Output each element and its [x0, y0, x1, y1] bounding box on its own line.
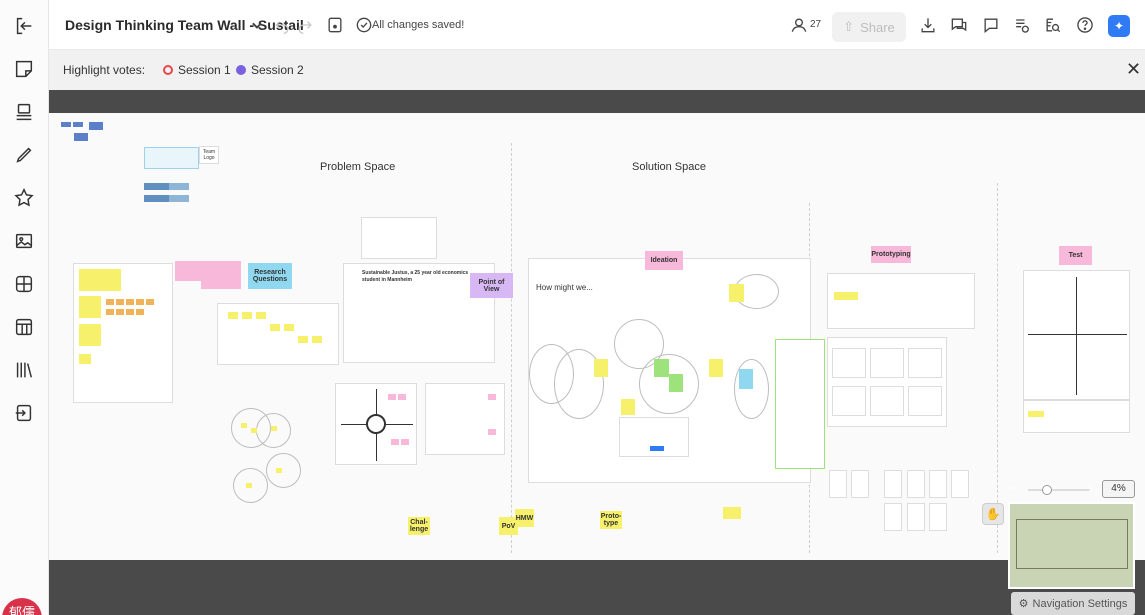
quadrant-board[interactable] [335, 383, 417, 465]
team-cell[interactable] [144, 195, 169, 202]
prototype-sketches[interactable] [827, 337, 947, 427]
solution-space-title: Solution Space [632, 161, 706, 173]
users-icon[interactable] [787, 13, 811, 37]
download-icon[interactable] [916, 13, 940, 37]
gear-icon: ⚙ [1018, 598, 1029, 610]
ai-assistant-button[interactable]: ✦ [1108, 15, 1130, 37]
redo-icon[interactable] [293, 13, 317, 37]
avatar[interactable]: 郁儒 [2, 598, 42, 615]
how-might-we-label: How might we... [536, 283, 593, 292]
browser-mockup[interactable] [619, 417, 689, 457]
zoom-out-button[interactable]: − [1008, 480, 1017, 497]
point-of-view-tag[interactable]: Point of View [470, 273, 513, 298]
empathize-board[interactable] [73, 263, 173, 403]
session-2-toggle[interactable]: Session 2 [236, 63, 304, 77]
flow-hmw[interactable]: HMW [515, 509, 534, 527]
save-status: All changes saved! [372, 19, 465, 31]
flow-sticky[interactable] [723, 507, 741, 519]
library-icon[interactable] [8, 354, 40, 386]
session-1-toggle[interactable]: Session 1 [163, 63, 231, 77]
help-icon[interactable] [1073, 13, 1097, 37]
comment-icon[interactable] [979, 13, 1003, 37]
test-tag[interactable]: Test [1059, 246, 1092, 265]
problem-space-title: Problem Space [320, 161, 396, 173]
share-button-label: Share [860, 19, 895, 35]
hand-tool-icon[interactable]: ✋ [982, 503, 1004, 525]
templates-icon[interactable] [8, 96, 40, 128]
left-toolbar: 郁儒 [0, 0, 49, 615]
chevron-down-icon[interactable] [245, 13, 269, 37]
search-icon[interactable] [1041, 13, 1065, 37]
zoom-slider[interactable] [1028, 485, 1090, 495]
zoom-slider-knob[interactable] [1042, 485, 1052, 495]
highlight-votes-bar: Highlight votes: Session 1 Session 2 ✕ [49, 50, 1145, 90]
chat-icon[interactable] [947, 13, 971, 37]
close-icon[interactable]: ✕ [1126, 59, 1141, 80]
zoom-controls: − + 4% [1008, 479, 1136, 501]
wireframe-gallery[interactable] [829, 465, 984, 537]
star-icon[interactable] [8, 182, 40, 214]
team-table[interactable] [144, 147, 199, 169]
session-1-ring-icon [163, 65, 173, 75]
affinity-clusters[interactable] [221, 398, 341, 508]
prototyping-tag[interactable]: Prototyping [871, 246, 911, 263]
divider [511, 143, 512, 553]
table-icon[interactable] [8, 311, 40, 343]
test-matrix[interactable] [1023, 270, 1130, 400]
persona-sketch-board[interactable] [425, 383, 505, 455]
minimap-viewport[interactable] [1016, 519, 1128, 569]
team-logo-label: Team Logo [202, 149, 216, 161]
flow-prototype[interactable]: Proto-type [600, 511, 622, 529]
share-button[interactable]: ⇧ Share [832, 12, 906, 42]
pen-icon[interactable] [8, 139, 40, 171]
board-background: Team Logo Problem Space Solution Space R… [49, 113, 1145, 560]
grid-icon[interactable] [8, 268, 40, 300]
undo-icon[interactable] [270, 13, 294, 37]
prototyping-board[interactable] [827, 273, 975, 329]
zoom-level[interactable]: 4% [1102, 480, 1135, 498]
ideation-tag[interactable]: Ideation [645, 251, 683, 270]
team-cell[interactable] [144, 183, 169, 190]
sparkle-icon: ✦ [1113, 19, 1125, 33]
zoom-in-button[interactable]: + [1086, 480, 1095, 497]
highlight-votes-label: Highlight votes: [63, 63, 146, 77]
navigation-settings-label: Navigation Settings [1032, 597, 1128, 610]
research-sticky[interactable] [201, 261, 241, 289]
flow-challenge[interactable]: Chal-lenge [408, 517, 430, 535]
exit-board-icon[interactable] [8, 10, 40, 42]
research-questions-tag[interactable]: Research Questions [248, 263, 292, 289]
import-icon[interactable] [8, 397, 40, 429]
divider [997, 183, 998, 553]
persona-image[interactable] [361, 217, 437, 259]
product-rule-board[interactable] [775, 339, 825, 469]
team-logo-box[interactable]: Team Logo [199, 146, 219, 164]
user-count: 27 [810, 19, 822, 30]
session-1-label: Session 1 [178, 63, 231, 77]
team-cell[interactable] [169, 183, 189, 190]
image-icon[interactable] [8, 225, 40, 257]
persona-title: Sustainable Justus, a 25 year old econom… [362, 270, 469, 283]
team-cell[interactable] [169, 195, 189, 202]
navigation-settings-button[interactable]: ⚙ Navigation Settings [1011, 592, 1135, 615]
intro-notes[interactable] [49, 118, 109, 143]
research-board[interactable] [217, 303, 339, 365]
sticky-note-icon[interactable] [8, 53, 40, 85]
minimap[interactable] [1008, 502, 1135, 589]
feedback-board[interactable] [1023, 400, 1130, 433]
activity-icon[interactable] [1010, 13, 1034, 37]
top-bar: Design Thinking Team Wall - Sustail All … [49, 0, 1145, 50]
whiteboard-canvas[interactable]: Team Logo Problem Space Solution Space R… [49, 90, 1145, 615]
session-2-dot-icon [236, 65, 246, 75]
upload-icon: ⇧ [843, 19, 855, 34]
focus-frame-icon[interactable] [323, 13, 347, 37]
session-2-label: Session 2 [251, 63, 304, 77]
